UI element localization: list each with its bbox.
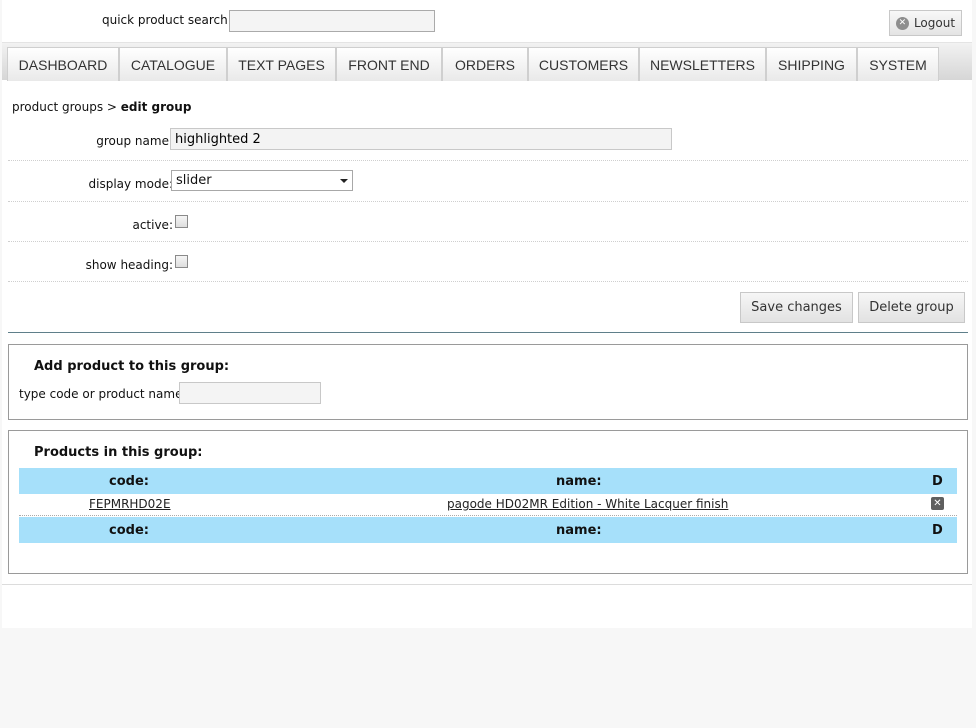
column-code[interactable]: code: — [109, 474, 149, 489]
nav-tab-customers[interactable]: CUSTOMERS — [528, 47, 639, 81]
active-checkbox[interactable] — [175, 215, 188, 228]
show-heading-label: show heading: — [85, 258, 173, 272]
footer-column-delete: D — [932, 523, 943, 538]
section-divider — [8, 332, 968, 333]
nav-tab-text-pages[interactable]: TEXT PAGES — [227, 47, 336, 81]
nav-tab-catalogue[interactable]: CATALOGUE — [119, 47, 227, 81]
column-name[interactable]: name: — [556, 474, 602, 489]
breadcrumb-parent[interactable]: product groups — [12, 100, 103, 114]
display-mode-value: slider — [176, 173, 212, 188]
group-name-label: group name: — [96, 134, 173, 148]
footer-area — [2, 584, 972, 628]
add-product-title: Add product to this group: — [34, 359, 230, 374]
save-changes-button[interactable]: Save changes — [740, 292, 853, 323]
nav-tab-system[interactable]: SYSTEM — [857, 47, 939, 81]
table-footer: code: name: D — [19, 517, 957, 543]
logout-label: Logout — [913, 16, 956, 30]
footer-column-code: code: — [109, 523, 149, 538]
nav-tab-front-end[interactable]: FRONT END — [336, 47, 442, 81]
breadcrumb-separator: > — [106, 100, 117, 114]
product-search-input[interactable] — [179, 382, 321, 404]
column-delete: D — [932, 474, 943, 489]
products-title: Products in this group: — [34, 445, 203, 460]
products-panel: Products in this group: code: name: D FE… — [8, 430, 968, 574]
product-name-link[interactable]: pagode HD02MR Edition - White Lacquer fi… — [447, 497, 728, 511]
chevron-down-icon — [340, 178, 348, 183]
display-mode-label: display mode: — [88, 177, 174, 191]
nav-tab-orders[interactable]: ORDERS — [442, 47, 528, 81]
nav-tab-shipping[interactable]: SHIPPING — [766, 47, 857, 81]
quick-search-label: quick product search: — [102, 13, 232, 27]
form-row-display-mode: display mode: — [8, 162, 968, 202]
delete-x-icon[interactable]: ✕ — [931, 497, 944, 510]
footer-column-name: name: — [556, 523, 602, 538]
group-name-input[interactable] — [170, 128, 672, 150]
add-product-panel: Add product to this group: type code or … — [8, 344, 968, 420]
quick-search-input[interactable] — [229, 10, 435, 32]
table-row: FEPMRHD02E pagode HD02MR Edition - White… — [19, 492, 957, 516]
form-row-active: active: — [8, 202, 968, 242]
nav-tab-newsletters[interactable]: NEWSLETTERS — [639, 47, 766, 81]
breadcrumb: product groups > edit group — [12, 100, 191, 114]
show-heading-checkbox[interactable] — [175, 255, 188, 268]
close-circle-icon: ✕ — [895, 16, 909, 30]
main-nav: DASHBOARD CATALOGUE TEXT PAGES FRONT END… — [2, 42, 972, 81]
table-header: code: name: D — [19, 468, 957, 494]
breadcrumb-current: edit group — [120, 100, 192, 114]
page: quick product search: ✕ Logout DASHBOARD… — [2, 0, 972, 628]
product-code-link[interactable]: FEPMRHD02E — [89, 497, 171, 511]
delete-group-button[interactable]: Delete group — [858, 292, 965, 323]
logout-button[interactable]: ✕ Logout — [889, 10, 962, 36]
product-search-label: type code or product name: — [19, 387, 187, 401]
display-mode-select[interactable]: slider — [171, 170, 353, 191]
active-label: active: — [132, 218, 173, 232]
form-row-show-heading: show heading: — [8, 242, 968, 282]
nav-tab-dashboard[interactable]: DASHBOARD — [7, 47, 119, 81]
